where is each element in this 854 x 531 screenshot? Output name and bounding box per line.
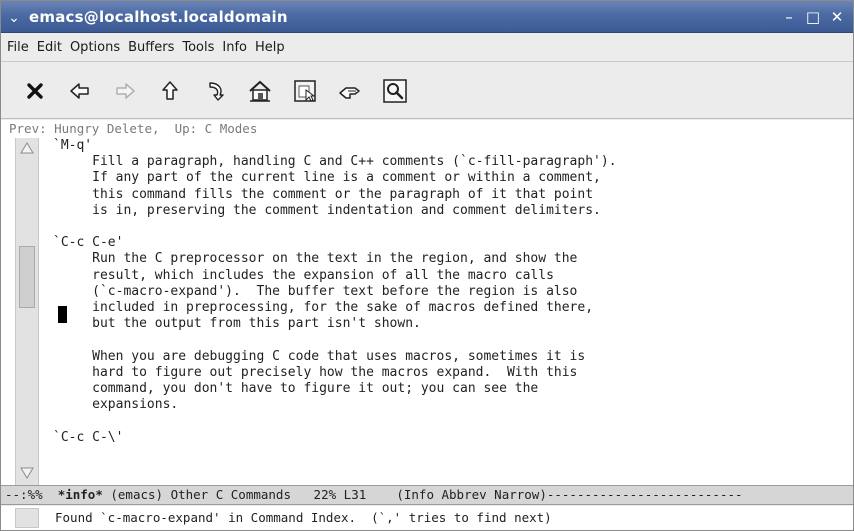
menu-help[interactable]: Help xyxy=(255,40,285,55)
modeline-rest: (emacs) Other C Commands 22% L31 (Info A… xyxy=(102,487,743,502)
forward-arrow-icon[interactable] xyxy=(109,75,141,107)
info-line: included in preprocessing, for the sake … xyxy=(53,300,594,316)
minimize-icon[interactable]: – xyxy=(779,7,799,27)
up-arrow-icon[interactable] xyxy=(154,75,186,107)
info-buffer[interactable]: Prev: Hungry Delete, Up: C Modes `M-q' F… xyxy=(1,120,853,485)
close-icon[interactable] xyxy=(19,75,51,107)
info-header-line[interactable]: Prev: Hungry Delete, Up: C Modes xyxy=(1,120,853,138)
window-controls: – □ ✕ xyxy=(779,7,847,27)
info-line: `M-q' xyxy=(53,138,93,153)
info-line: (`c-macro-expand'). The buffer text befo… xyxy=(53,283,578,299)
info-line: this command fills the comment or the pa… xyxy=(53,186,594,202)
info-line: `C-c C-e' xyxy=(53,235,124,251)
menu-bar: File Edit Options Buffers Tools Info Hel… xyxy=(1,34,853,62)
emacs-window: ⌄ emacs@localhost.localdomain – □ ✕ File… xyxy=(0,0,854,531)
info-line: `C-c C-\' xyxy=(53,429,124,445)
vertical-scrollbar[interactable] xyxy=(15,138,39,485)
info-line: When you are debugging C code that uses … xyxy=(53,348,586,364)
toolbar xyxy=(1,63,853,119)
menu-options[interactable]: Options xyxy=(70,40,120,55)
info-line: Run the C preprocessor on the text in th… xyxy=(53,251,578,267)
info-line: ​ xyxy=(53,413,843,429)
mode-line[interactable]: --:%% *info* (emacs) Other C Commands 22… xyxy=(1,485,853,505)
info-line: is in, preserving the comment indentatio… xyxy=(53,202,601,218)
scrollbar-thumb[interactable] xyxy=(19,246,35,308)
back-arrow-icon[interactable] xyxy=(64,75,96,107)
echo-gutter xyxy=(15,508,39,528)
scroll-down-arrow-icon[interactable] xyxy=(19,465,35,481)
maximize-icon[interactable]: □ xyxy=(803,7,823,27)
info-line: command, you don't have to figure it out… xyxy=(53,381,539,397)
echo-area: Found `c-macro-expand' in Command Index.… xyxy=(1,506,853,530)
index-icon[interactable] xyxy=(334,75,366,107)
history-back-icon[interactable] xyxy=(199,75,231,107)
close-window-icon[interactable]: ✕ xyxy=(827,7,847,27)
menu-edit[interactable]: Edit xyxy=(37,40,62,55)
info-line: If any part of the current line is a com… xyxy=(53,170,601,186)
info-line: hard to figure out precisely how the mac… xyxy=(53,364,578,380)
window-title: emacs@localhost.localdomain xyxy=(29,8,288,26)
window-menu-icon[interactable]: ⌄ xyxy=(5,8,23,26)
info-line: Fill a paragraph, handling C and C++ com… xyxy=(53,154,617,170)
info-line: but the output from this part isn't show… xyxy=(53,316,421,332)
home-icon[interactable] xyxy=(244,75,276,107)
goto-node-icon[interactable] xyxy=(289,75,321,107)
info-line: ​ xyxy=(53,332,843,348)
info-content[interactable]: `M-q' Fill a paragraph, handling C and C… xyxy=(53,138,843,485)
modeline-buffer-name[interactable]: *info* xyxy=(58,487,103,502)
title-bar[interactable]: ⌄ emacs@localhost.localdomain – □ ✕ xyxy=(1,1,853,33)
info-line: expansions. xyxy=(53,397,179,413)
menu-buffers[interactable]: Buffers xyxy=(128,40,174,55)
menu-tools[interactable]: Tools xyxy=(182,40,214,55)
modeline-prefix: --:%% xyxy=(5,487,58,502)
menu-file[interactable]: File xyxy=(7,40,29,55)
search-icon[interactable] xyxy=(379,75,411,107)
scroll-up-arrow-icon[interactable] xyxy=(19,140,35,156)
menu-info[interactable]: Info xyxy=(222,40,247,55)
info-line: result, which includes the expansion of … xyxy=(53,267,554,283)
info-line: ​ xyxy=(53,219,843,235)
echo-message: Found `c-macro-expand' in Command Index.… xyxy=(55,510,552,525)
